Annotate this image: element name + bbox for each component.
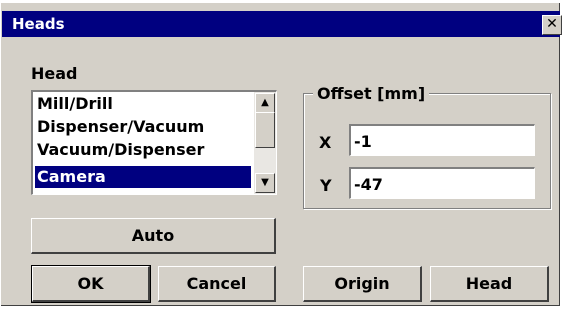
list-item[interactable]: Dispenser/Vacuum	[37, 116, 251, 138]
title-bar[interactable]: Heads ✕	[2, 11, 562, 37]
cancel-button[interactable]: Cancel	[158, 266, 276, 302]
ok-button[interactable]: OK	[31, 265, 151, 303]
x-offset-input[interactable]: -1	[349, 124, 535, 156]
scroll-thumb[interactable]	[255, 112, 275, 148]
head-button[interactable]: Head	[430, 266, 549, 302]
scroll-down-icon[interactable]: ▼	[255, 173, 275, 193]
offset-group-label: Offset [mm]	[313, 84, 430, 103]
y-label: Y	[320, 176, 332, 195]
close-icon[interactable]: ✕	[542, 15, 562, 35]
auto-button[interactable]: Auto	[31, 218, 276, 254]
y-offset-input[interactable]: -47	[349, 167, 535, 199]
origin-button[interactable]: Origin	[303, 266, 422, 302]
x-label: X	[319, 133, 332, 152]
list-item-selected[interactable]: Camera	[35, 166, 251, 188]
head-label: Head	[31, 64, 78, 83]
head-listbox[interactable]: Mill/Drill Dispenser/Vacuum Vacuum/Dispe…	[31, 90, 277, 195]
dialog-title: Heads	[12, 15, 65, 33]
list-item[interactable]: Vacuum/Dispenser	[37, 139, 251, 161]
vertical-scrollbar[interactable]: ▲ ▼	[254, 92, 276, 194]
list-item[interactable]: Mill/Drill	[37, 93, 251, 115]
scroll-up-icon[interactable]: ▲	[255, 93, 275, 113]
